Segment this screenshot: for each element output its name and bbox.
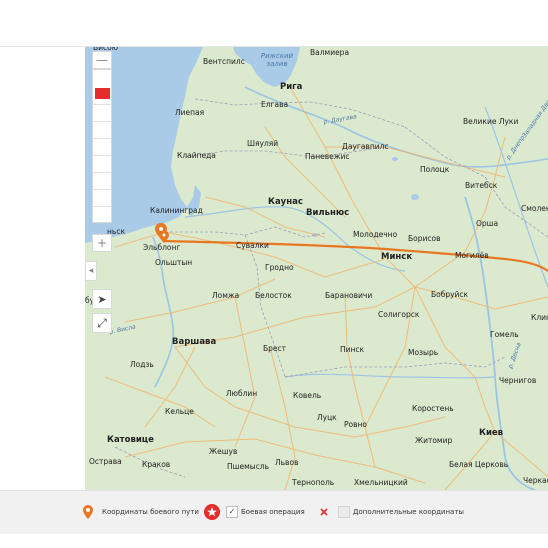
- zoom-slider[interactable]: [92, 69, 112, 223]
- city-label: Барановичи: [325, 291, 373, 300]
- city-label: Луцк: [317, 413, 337, 422]
- city-label: Тернополь: [292, 478, 335, 487]
- city-label: Мозырь: [408, 348, 439, 357]
- star-badge-icon: [204, 504, 220, 520]
- city-label: Пшемысль: [227, 462, 270, 471]
- city-label: Лиепая: [175, 108, 205, 117]
- battle-operation-checkbox[interactable]: ✓: [226, 506, 238, 518]
- city-label: Клинц: [531, 313, 548, 322]
- city-label: Краков: [142, 460, 171, 469]
- legend-label-additional-coords: Дополнительные координаты: [353, 508, 464, 516]
- city-label: Пинск: [340, 345, 365, 354]
- additional-coords-checkbox[interactable]: [338, 506, 350, 518]
- city-label: Солигорск: [378, 310, 420, 319]
- bottom-bar: [0, 534, 548, 548]
- city-label: Валмиера: [310, 48, 350, 57]
- river-dnieper: [464, 196, 536, 490]
- city-label: Варшава: [172, 337, 217, 347]
- city-label: Брест: [263, 344, 287, 353]
- city-label: Гродно: [265, 263, 294, 272]
- map-view[interactable]: Валмиера Вентспилс Рига Елгава Лиепая Шяуляй П…: [85, 47, 548, 490]
- city-label: Ломжа: [212, 291, 240, 300]
- top-bar: [0, 0, 548, 47]
- city-label: Острава: [89, 457, 122, 466]
- city-label: Сувалки: [236, 241, 269, 250]
- city-label: Витебск: [465, 181, 498, 190]
- city-label: Катовице: [107, 435, 154, 445]
- city-label: Рига: [280, 82, 303, 92]
- locate-button[interactable]: ➤: [92, 289, 112, 309]
- pin-icon: [83, 505, 93, 519]
- city-label: Смолен: [521, 204, 548, 213]
- city-label: Люблин: [226, 389, 258, 398]
- city-label: Гомель: [490, 330, 519, 339]
- city-label: Елгава: [261, 100, 289, 109]
- city-label: Шяуляй: [247, 139, 279, 148]
- city-label: Коростень: [412, 404, 454, 413]
- water-label: Рижский залив: [260, 52, 294, 68]
- city-label: Клайпеда: [177, 151, 216, 160]
- legend-label-battle-operation: Боевая операция: [241, 508, 305, 516]
- zoom-level-indicator[interactable]: [95, 88, 110, 99]
- city-label: Житомир: [415, 436, 453, 445]
- legend-bar: Координаты боевого пути ✓ Боевая операци…: [0, 490, 548, 535]
- city-label: Белосток: [255, 291, 292, 300]
- city-label: Молодечно: [353, 230, 398, 239]
- collapse-panel-button[interactable]: ◂: [85, 261, 97, 281]
- city-label: Полоцк: [420, 165, 450, 174]
- city-label: Вентспилс: [203, 57, 245, 66]
- city-label: Львов: [275, 458, 299, 467]
- city-label: Минск: [381, 252, 413, 262]
- city-label: Могилёв: [455, 251, 489, 260]
- city-label: Хмельницкий: [354, 478, 408, 487]
- city-label: Лодзь: [130, 360, 154, 369]
- fullscreen-button[interactable]: ⤢: [92, 313, 112, 333]
- city-label: Калининград: [150, 206, 203, 215]
- city-label: Ольштын: [155, 258, 193, 267]
- city-label: Борисов: [408, 234, 441, 243]
- city-label: Ковель: [293, 391, 322, 400]
- map-canvas: [85, 47, 548, 490]
- left-panel: [0, 47, 85, 490]
- combat-route-line: [162, 239, 548, 272]
- city-label: Жешув: [209, 447, 238, 456]
- city-label: Белая Церковь: [449, 460, 509, 469]
- city-label: Черкасс: [523, 476, 548, 485]
- city-label: Ровно: [344, 420, 368, 429]
- city-label: Вильнюс: [306, 208, 350, 218]
- city-label: Каунас: [268, 197, 303, 207]
- city-label: Орша: [476, 219, 499, 228]
- city-label: Кельце: [165, 407, 194, 416]
- city-label: Великие Луки: [463, 117, 519, 126]
- zoom-in-button[interactable]: +: [92, 234, 112, 252]
- city-label: Паневежис: [305, 152, 350, 161]
- zoom-out-button[interactable]: —: [92, 51, 112, 69]
- city-label: Киев: [479, 428, 504, 438]
- legend-label-route-coords: Координаты боевого пути: [102, 508, 199, 516]
- city-label: Эльблонг: [143, 243, 181, 252]
- city-label: Бобруйск: [431, 290, 469, 299]
- cross-dot-icon: [320, 508, 328, 516]
- city-label: Даугавпилс: [342, 142, 389, 151]
- city-label: Чернигов: [499, 376, 537, 385]
